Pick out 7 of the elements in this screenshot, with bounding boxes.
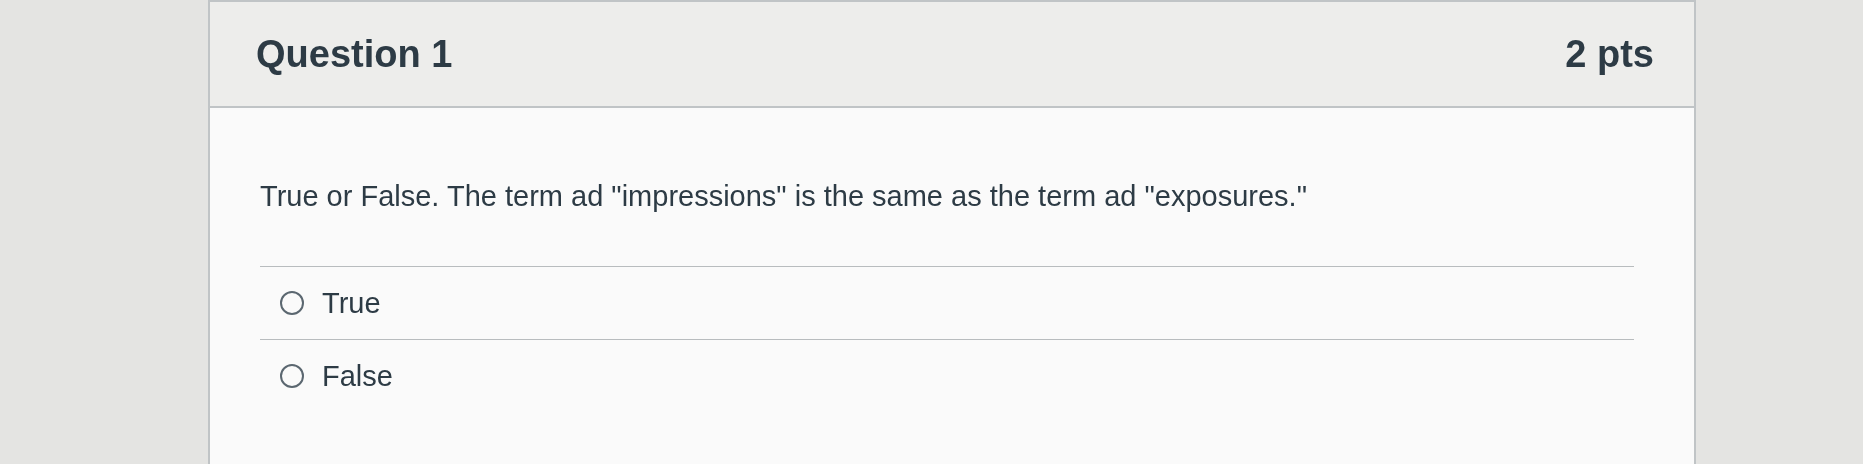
radio-button[interactable] [280,364,304,388]
option-label[interactable]: False [322,359,393,393]
option-label[interactable]: True [322,286,381,320]
points-label: 2 pts [1565,32,1654,76]
question-text: True or False. The term ad "impressions" is the same as the term ad "exposures." [260,179,1308,214]
radio-button[interactable] [280,291,304,315]
question-title: Question 1 [256,32,453,76]
